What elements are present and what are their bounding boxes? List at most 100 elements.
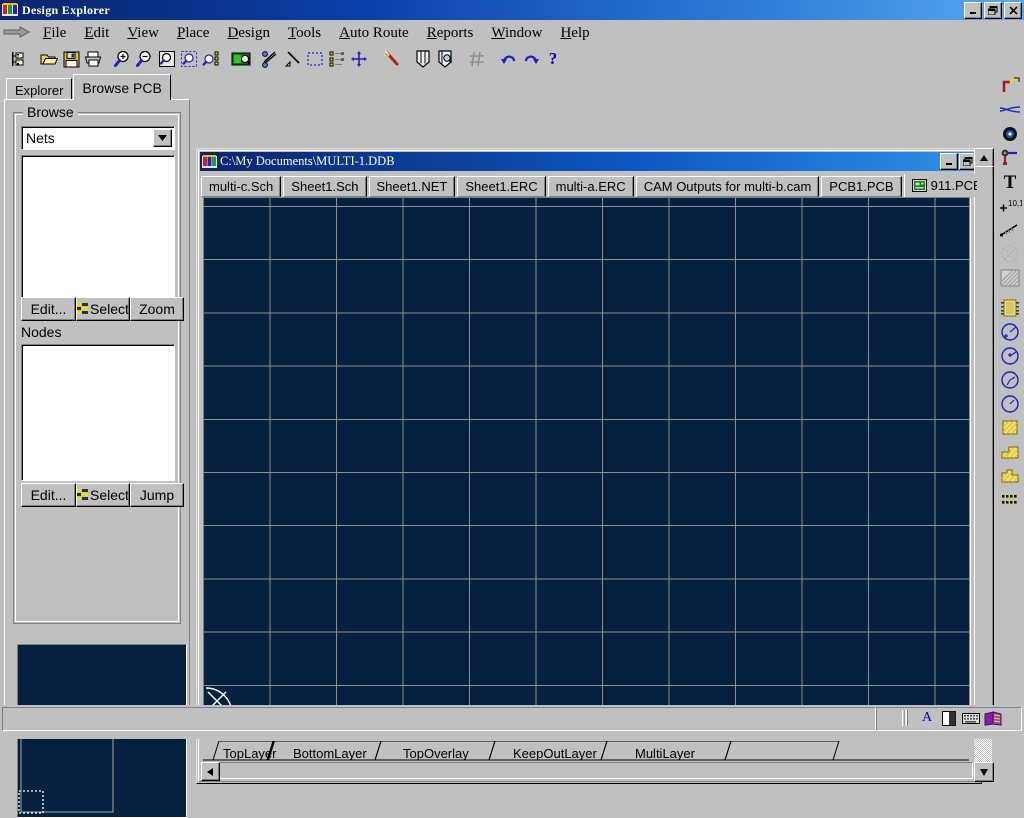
nets-zoom-button[interactable]: Zoom xyxy=(130,297,184,321)
place-polygon-plane-icon[interactable] xyxy=(997,440,1023,464)
layer-tab-keepoutlayer[interactable]: KeepOutLayer xyxy=(513,741,597,760)
place-arc-center-icon[interactable] xyxy=(997,320,1023,344)
pcb-document-icon xyxy=(912,179,927,192)
grid-toggle-icon[interactable] xyxy=(466,48,488,70)
nodes-select-button[interactable]: Select xyxy=(76,483,130,507)
layer-tab-bottomlayer[interactable]: BottomLayer xyxy=(293,741,367,760)
scrollbar-thumb[interactable] xyxy=(974,166,994,728)
place-component-icon[interactable] xyxy=(997,296,1023,320)
menu-item-window[interactable]: Window xyxy=(482,24,551,43)
place-fill-icon[interactable] xyxy=(997,416,1023,440)
browse-pcb-panel-body: Browse Nets Edit... xyxy=(4,99,190,735)
place-arc-any-icon[interactable] xyxy=(997,368,1023,392)
undo-icon[interactable] xyxy=(498,48,520,70)
text-mode-icon[interactable]: A xyxy=(918,710,936,726)
doc-tab-cam-outputs[interactable]: CAM Outputs for multi-b.cam xyxy=(636,176,820,197)
mdi-title-bar: C:\My Documents\MULTI-1.DDB xyxy=(200,152,978,171)
component-find-icon[interactable] xyxy=(434,48,456,70)
doc-tab-label: multi-a.ERC xyxy=(556,179,626,194)
component-browse-icon[interactable] xyxy=(412,48,434,70)
doc-tab-sheet1-sch[interactable]: Sheet1.Sch xyxy=(283,176,366,197)
pan-view-icon[interactable] xyxy=(230,48,252,70)
menu-item-place[interactable]: Place xyxy=(168,24,218,43)
close-button[interactable] xyxy=(1004,2,1022,19)
nodes-listbox[interactable] xyxy=(21,344,175,481)
restore-button[interactable] xyxy=(984,2,1002,19)
place-array-icon[interactable] xyxy=(997,488,1023,512)
highlight-wand-icon[interactable] xyxy=(380,48,402,70)
tab-browse-pcb[interactable]: Browse PCB xyxy=(73,74,170,100)
layer-tab-toplayer[interactable]: TopLayer xyxy=(223,741,276,760)
zoom-selection-icon[interactable] xyxy=(200,48,222,70)
place-via-icon[interactable] xyxy=(997,146,1023,170)
nets-edit-button[interactable]: Edit... xyxy=(21,297,76,321)
print-icon[interactable] xyxy=(82,48,104,70)
keyboard-icon[interactable] xyxy=(962,710,980,726)
browse-group: Browse Nets Edit... xyxy=(13,112,181,624)
scroll-up-button[interactable] xyxy=(974,148,994,168)
doc-tab-pcb1-pcb[interactable]: PCB1.PCB xyxy=(821,176,901,197)
nets-select-button[interactable]: Select xyxy=(76,297,130,321)
place-track-icon[interactable] xyxy=(997,74,1023,98)
layer-tab-multilayer[interactable]: MultiLayer xyxy=(635,741,695,760)
place-dimension-icon[interactable] xyxy=(997,218,1023,242)
menu-item-file[interactable]: File xyxy=(34,24,75,43)
place-arc-edge-icon[interactable] xyxy=(997,98,1023,122)
paste-icon[interactable] xyxy=(282,48,304,70)
nodes-edit-button[interactable]: Edit... xyxy=(21,483,76,507)
move-selection-icon[interactable] xyxy=(348,48,370,70)
place-pad-icon[interactable] xyxy=(997,122,1023,146)
save-disk-icon[interactable] xyxy=(60,48,82,70)
display-contrast-icon[interactable] xyxy=(940,710,958,726)
help-icon[interactable]: ? xyxy=(542,48,564,70)
minimize-button[interactable] xyxy=(964,2,982,19)
scrollbar-track[interactable] xyxy=(201,762,973,779)
layer-tab-topoverlay[interactable]: TopOverlay xyxy=(403,741,469,760)
doc-tab-911-pcb[interactable]: 911.PCB xyxy=(904,174,977,197)
nets-edit-label: Edit... xyxy=(31,301,67,317)
doc-tab-sheet1-erc[interactable]: Sheet1.ERC xyxy=(457,176,545,197)
document-structure-icon[interactable] xyxy=(8,48,30,70)
place-string-icon[interactable]: T xyxy=(997,170,1023,194)
select-area-icon[interactable] xyxy=(304,48,326,70)
doc-tab-multi-c-sch[interactable]: multi-c.Sch xyxy=(201,176,281,197)
place-full-circle-icon[interactable] xyxy=(997,392,1023,416)
nodes-select-label: Select xyxy=(90,487,129,503)
browse-type-combo[interactable]: Nets xyxy=(21,126,175,150)
scroll-down-button[interactable] xyxy=(974,762,994,782)
mdi-horizontal-scrollbar[interactable] xyxy=(201,762,973,779)
place-arc-edge2-icon[interactable] xyxy=(997,344,1023,368)
nets-button-row: Edit... Select xyxy=(21,297,184,321)
zoom-document-icon[interactable] xyxy=(156,48,178,70)
menu-item-edit[interactable]: Edit xyxy=(75,24,118,43)
app-vertical-scrollbar[interactable] xyxy=(974,148,992,780)
select-list-icon xyxy=(77,301,88,317)
zoom-in-icon[interactable] xyxy=(112,48,134,70)
menu-item-tools[interactable]: Tools xyxy=(279,24,330,43)
place-coordinate-icon[interactable]: 10,10 xyxy=(997,194,1023,218)
tab-explorer[interactable]: Explorer xyxy=(6,78,72,100)
place-split-plane-icon[interactable] xyxy=(997,464,1023,488)
nodes-jump-button[interactable]: Jump xyxy=(130,483,184,507)
mdi-minimize-button[interactable] xyxy=(940,153,958,170)
help-book-icon[interactable] xyxy=(984,710,1002,726)
place-fill-area-icon[interactable] xyxy=(997,266,1023,290)
nets-listbox[interactable] xyxy=(21,155,175,299)
menu-item-help[interactable]: Help xyxy=(551,24,598,43)
scroll-left-button[interactable] xyxy=(201,762,220,781)
doc-tab-multi-a-erc[interactable]: multi-a.ERC xyxy=(548,176,634,197)
redo-icon[interactable] xyxy=(520,48,542,70)
menu-item-reports[interactable]: Reports xyxy=(418,24,483,43)
cut-scissors-icon[interactable] xyxy=(260,48,282,70)
zoom-out-icon[interactable] xyxy=(134,48,156,70)
open-folder-icon[interactable] xyxy=(38,48,60,70)
deselect-all-icon[interactable] xyxy=(326,48,348,70)
doc-tab-sheet1-net[interactable]: Sheet1.NET xyxy=(369,176,456,197)
place-cutout-icon[interactable] xyxy=(997,242,1023,266)
menu-item-design[interactable]: Design xyxy=(218,24,279,43)
pcb-editing-canvas[interactable] xyxy=(203,197,971,719)
menu-item-auto-route[interactable]: Auto Route xyxy=(330,24,418,43)
chevron-down-icon[interactable] xyxy=(153,129,172,147)
zoom-area-icon[interactable] xyxy=(178,48,200,70)
menu-item-view[interactable]: View xyxy=(118,24,168,43)
